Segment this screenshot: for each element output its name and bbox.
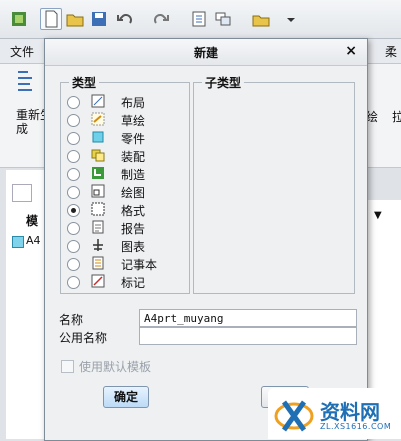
- use-default-template-label: 使用默认模板: [79, 360, 152, 374]
- model-tree-panel: 模 A4: [6, 170, 45, 439]
- tree-item-root[interactable]: A4: [26, 234, 41, 247]
- type-option-report[interactable]: 报告: [67, 219, 187, 237]
- type-radio[interactable]: [67, 114, 80, 127]
- new-dialog: 新建 × 类型 布局草绘零件装配制造绘图格式报告图表记事本标记 子类型 名称 A…: [44, 38, 368, 441]
- type-radio[interactable]: [67, 204, 80, 217]
- open-folder-icon[interactable]: [64, 8, 86, 30]
- type-radio[interactable]: [67, 276, 80, 289]
- type-option-markup[interactable]: 标记: [67, 273, 187, 291]
- type-option-label: 制造: [121, 168, 146, 182]
- part-icon: [91, 130, 105, 144]
- tab-flexible[interactable]: 柔: [385, 43, 397, 60]
- common-name-label: 公用名称: [59, 331, 108, 345]
- type-option-drawing[interactable]: 绘图: [67, 183, 187, 201]
- type-radio[interactable]: [67, 186, 80, 199]
- type-radio[interactable]: [67, 222, 80, 235]
- use-default-template-checkbox[interactable]: [61, 360, 74, 373]
- format-icon: [91, 202, 105, 216]
- type-radio[interactable]: [67, 258, 80, 271]
- name-input[interactable]: A4prt_muyang: [139, 309, 357, 327]
- part-tree-icon: [12, 236, 24, 248]
- app-icon[interactable]: [8, 8, 30, 30]
- drawing-icon: [91, 184, 105, 198]
- type-option-label: 报告: [121, 222, 146, 236]
- subtype-group: 子类型: [193, 74, 355, 294]
- type-option-label: 零件: [121, 132, 146, 146]
- type-option-label: 布局: [121, 96, 146, 110]
- windows-icon[interactable]: [212, 8, 234, 30]
- dialog-titlebar: 新建 ×: [45, 39, 367, 66]
- type-radio[interactable]: [67, 132, 80, 145]
- save-icon[interactable]: [88, 8, 110, 30]
- undo-icon[interactable]: [114, 8, 136, 30]
- redo-icon[interactable]: [150, 8, 172, 30]
- assembly-icon: [91, 148, 105, 162]
- type-option-sketch[interactable]: 草绘: [67, 111, 187, 129]
- name-label: 名称: [59, 313, 84, 327]
- type-group-label: 类型: [69, 74, 100, 91]
- type-option-layout[interactable]: 布局: [67, 93, 187, 111]
- type-option-label: 装配: [121, 150, 146, 164]
- type-option-format[interactable]: 格式: [67, 201, 187, 219]
- ribbon-label-extrude: 拉: [392, 110, 401, 124]
- type-option-diagram[interactable]: 图表: [67, 237, 187, 255]
- quick-access-toolbar: [0, 0, 401, 39]
- tree-tab-label[interactable]: 模: [26, 212, 38, 229]
- chevron-down-icon[interactable]: ▼: [374, 210, 382, 221]
- close-icon[interactable]: ×: [345, 43, 357, 59]
- type-option-label: 绘图: [121, 186, 146, 200]
- type-option-part[interactable]: 零件: [67, 129, 187, 147]
- customize-dropdown-icon[interactable]: [280, 8, 302, 30]
- report-icon: [91, 220, 105, 234]
- layout-icon: [91, 94, 105, 108]
- manufacturing-icon: [91, 166, 105, 180]
- type-option-label: 标记: [121, 276, 146, 290]
- type-option-label: 草绘: [121, 114, 146, 128]
- type-option-manufacturing[interactable]: 制造: [67, 165, 187, 183]
- close-window-icon[interactable]: [250, 8, 272, 30]
- watermark-url: ZL.XS1616.COM: [320, 422, 392, 431]
- type-radio[interactable]: [67, 150, 80, 163]
- type-radio[interactable]: [67, 168, 80, 181]
- diagram-icon: [91, 238, 105, 252]
- type-option-label: 记事本: [121, 258, 158, 272]
- new-file-icon[interactable]: [40, 8, 62, 30]
- watermark-brand: 资料网: [320, 400, 380, 424]
- ok-button[interactable]: 确定: [103, 386, 149, 408]
- tree-tab-icon[interactable]: [12, 184, 32, 202]
- type-radio[interactable]: [67, 96, 80, 109]
- watermark-logo: 资料网 ZL.XS1616.COM: [268, 388, 401, 439]
- regenerate-ribbon-icon[interactable]: [14, 68, 38, 104]
- regenerate-icon[interactable]: [188, 8, 210, 30]
- type-option-notebook[interactable]: 记事本: [67, 255, 187, 273]
- type-radio[interactable]: [67, 240, 80, 253]
- type-option-label: 图表: [121, 240, 146, 254]
- markup-icon: [91, 274, 105, 288]
- tab-file[interactable]: 文件: [10, 43, 34, 60]
- sketch-icon: [91, 112, 105, 126]
- common-name-input[interactable]: [139, 327, 357, 345]
- subtype-group-label: 子类型: [202, 74, 245, 91]
- type-option-label: 格式: [121, 204, 146, 218]
- type-group: 类型 布局草绘零件装配制造绘图格式报告图表记事本标记: [60, 74, 190, 294]
- dialog-title: 新建: [193, 46, 218, 60]
- type-option-assembly[interactable]: 装配: [67, 147, 187, 165]
- notebook-icon: [91, 256, 105, 270]
